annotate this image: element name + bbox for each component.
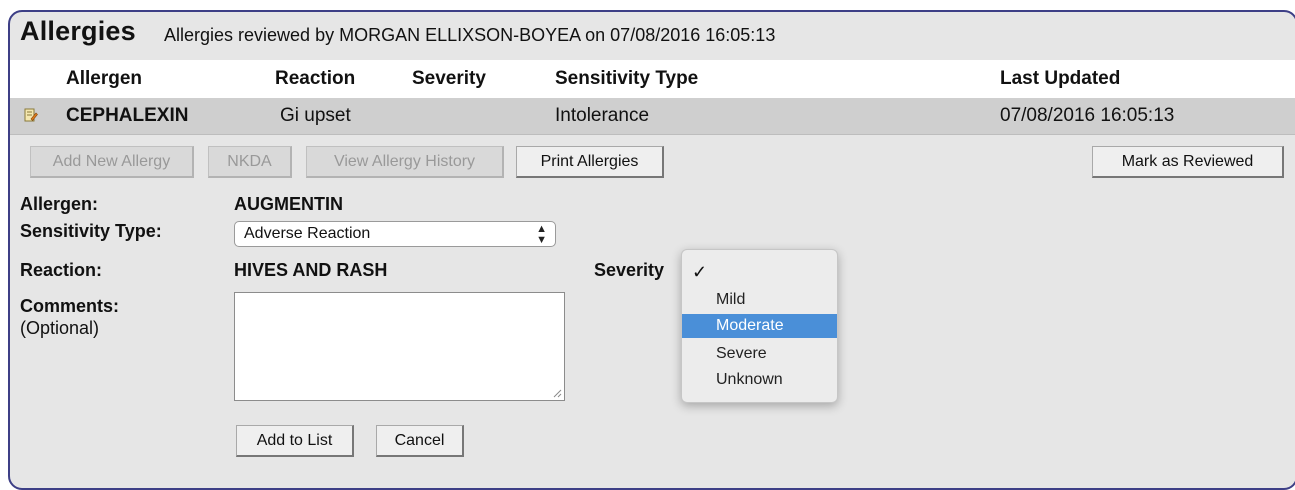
panel-title-row: Allergies Allergies reviewed by MORGAN E… <box>10 12 1295 60</box>
cancel-button[interactable]: Cancel <box>376 425 464 457</box>
panel-title: Allergies <box>20 16 136 46</box>
mark-as-reviewed-button[interactable]: Mark as Reviewed <box>1092 146 1284 178</box>
reaction-label: Reaction: <box>20 260 103 280</box>
column-header-sensitivity-type[interactable]: Sensitivity Type <box>555 68 698 90</box>
cell-reaction: Gi upset <box>280 105 351 126</box>
severity-dropdown-menu[interactable]: ✓ Mild Moderate Severe Unknown <box>681 249 838 403</box>
cell-allergen: CEPHALEXIN <box>66 105 189 126</box>
print-allergies-button[interactable]: Print Allergies <box>516 146 664 178</box>
comments-textarea[interactable] <box>234 292 565 401</box>
table-row[interactable]: CEPHALEXIN Gi upset Intolerance 07/08/20… <box>10 98 1295 135</box>
resize-grip-icon[interactable] <box>553 389 562 398</box>
severity-label: Severity <box>594 260 665 280</box>
allergy-grid-header: Allergen Reaction Severity Sensitivity T… <box>10 60 1295 98</box>
severity-option-unknown[interactable]: Unknown <box>682 368 837 392</box>
sensitivity-type-select[interactable]: Adverse Reaction ▲ ▼ <box>234 221 556 247</box>
allergen-value: AUGMENTIN <box>234 194 343 214</box>
column-header-allergen[interactable]: Allergen <box>66 68 142 90</box>
view-allergy-history-button[interactable]: View Allergy History <box>306 146 504 178</box>
allergen-label: Allergen: <box>20 194 99 214</box>
severity-option-severe[interactable]: Severe <box>682 342 837 366</box>
column-header-last-updated[interactable]: Last Updated <box>1000 68 1120 90</box>
checkmark-icon: ✓ <box>692 262 708 282</box>
comments-optional-hint: (Optional) <box>20 318 100 338</box>
allergies-panel: Allergies Allergies reviewed by MORGAN E… <box>8 10 1295 490</box>
severity-option-blank[interactable]: ✓ <box>682 256 837 282</box>
severity-option-moderate[interactable]: Moderate <box>682 314 837 338</box>
cell-sensitivity-type: Intolerance <box>555 105 650 126</box>
cell-last-updated: 07/08/2016 16:05:13 <box>1000 105 1175 126</box>
column-header-reaction[interactable]: Reaction <box>275 68 355 90</box>
column-header-severity[interactable]: Severity <box>412 68 486 90</box>
add-to-list-button[interactable]: Add to List <box>236 425 354 457</box>
comments-label: Comments: <box>20 296 120 316</box>
review-status: Allergies reviewed by MORGAN ELLIXSON-BO… <box>164 25 776 45</box>
edit-note-icon[interactable] <box>24 108 38 122</box>
reaction-value: HIVES AND RASH <box>234 260 388 280</box>
updown-arrows-icon: ▲ ▼ <box>536 223 547 246</box>
sensitivity-type-label: Sensitivity Type: <box>20 221 162 241</box>
sensitivity-type-selected-value: Adverse Reaction <box>244 225 371 242</box>
add-new-allergy-button[interactable]: Add New Allergy <box>30 146 194 178</box>
severity-option-mild[interactable]: Mild <box>682 288 837 312</box>
nkda-button[interactable]: NKDA <box>208 146 292 178</box>
